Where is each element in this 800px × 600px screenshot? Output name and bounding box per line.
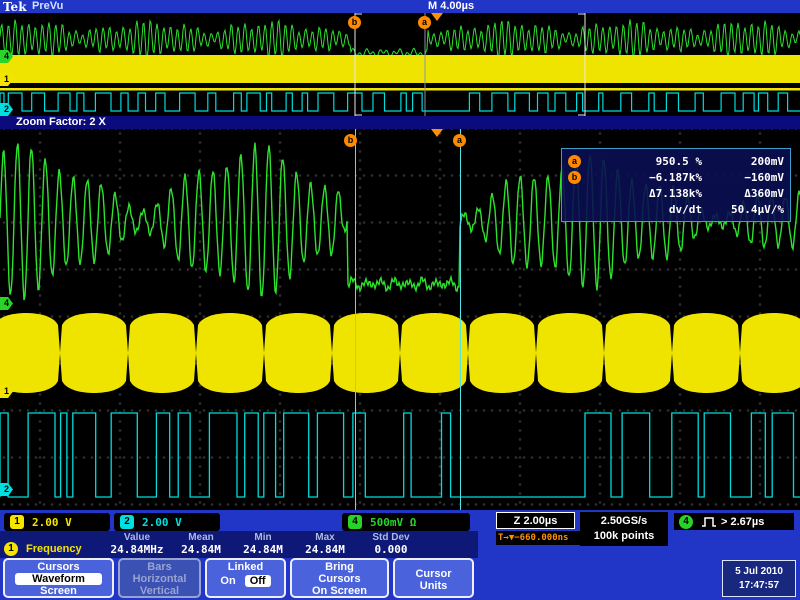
- delta-percent: Δ7.138k%: [585, 187, 702, 200]
- channel-2-scale: 2.00 V: [142, 516, 182, 529]
- measurement-values: 24.84MHz 24.84M 24.84M 24.84M 0.000: [104, 543, 426, 556]
- cursor-a-voltage: 200mV: [702, 155, 784, 168]
- linked-toggle-button[interactable]: Linked On Off: [205, 558, 286, 598]
- time-text: 17:47:57: [723, 579, 795, 593]
- zoom-factor-bar: Zoom Factor: 2 X: [0, 116, 800, 129]
- measurement-header-value: Value: [104, 532, 170, 543]
- cursor-a-line[interactable]: [460, 129, 461, 510]
- measurement-source-badge: 1: [4, 542, 18, 556]
- dvdt-readout-row: dv/dt 50.4µV/%: [568, 201, 784, 217]
- cursors-mode-button[interactable]: Cursors Waveform Screen: [3, 558, 114, 598]
- trigger-position-icon[interactable]: [431, 129, 443, 137]
- cursor-a-percent: 950.5 %: [585, 155, 702, 168]
- bring-cursors-button[interactable]: Bring Cursors On Screen: [290, 558, 389, 598]
- soft-key-menu: Cursors Waveform Screen Bars Horizontal …: [0, 558, 800, 600]
- cursor-a-readout-row: a 950.5 % 200mV: [568, 153, 784, 169]
- trigger-condition: > 2.67µs: [721, 516, 764, 528]
- zoom-factor-label: Zoom Factor: 2 X: [16, 116, 106, 128]
- zoom-timebase-readout: Z 2.00µs: [496, 512, 575, 529]
- measurement-min: 24.84M: [232, 543, 294, 556]
- marker-a-badge[interactable]: a: [418, 16, 431, 29]
- linked-on-option[interactable]: On: [220, 575, 235, 587]
- linked-off-option[interactable]: Off: [245, 575, 271, 587]
- measurement-label: 1 Frequency: [4, 542, 82, 556]
- marker-b-badge: b: [568, 171, 581, 184]
- tek-logo: Tek: [3, 0, 27, 14]
- measurement-header-stddev: Std Dev: [356, 532, 426, 543]
- date-text: 5 Jul 2010: [723, 565, 795, 579]
- overview-waveforms-svg: [0, 13, 800, 116]
- marker-b-badge[interactable]: b: [344, 134, 357, 147]
- cursor-b-line[interactable]: [355, 129, 356, 510]
- marker-a-badge[interactable]: a: [453, 134, 466, 147]
- cursor-b-percent: −6.187k%: [585, 171, 702, 184]
- measurement-max: 24.84M: [294, 543, 356, 556]
- trigger-readout: 4 > 2.67µs: [674, 513, 794, 530]
- top-status-bar: Tek PreVu M 4.00µs: [0, 0, 800, 13]
- channel-4-scale-readout: 4 500mV Ω: [342, 513, 470, 531]
- cursor-b-voltage: −160mV: [702, 171, 784, 184]
- measurement-value: 24.84MHz: [104, 543, 170, 556]
- record-length: 100k points: [580, 529, 668, 544]
- zoom-waveform-display: b a a 950.5 % 200mV b −6.187k% −160mV Δ7…: [0, 129, 800, 510]
- measurement-headers: Value Mean Min Max Std Dev: [104, 532, 426, 543]
- measurement-mean: 24.84M: [170, 543, 232, 556]
- cursor-delta-readout-row: Δ7.138k% Δ360mV: [568, 185, 784, 201]
- waveform-overview: 4 1 2 b a: [0, 13, 800, 116]
- trigger-delay-value: −660.000ns: [514, 531, 568, 545]
- status-area: 1 2.00 V 2 2.00 V 4 500mV Ω Z 2.00µs T→▼…: [0, 510, 800, 600]
- measurement-name: Frequency: [26, 543, 82, 555]
- trigger-source-badge: 4: [679, 515, 693, 529]
- marker-b-badge[interactable]: b: [348, 16, 361, 29]
- cursor-units-button[interactable]: Cursor Units: [393, 558, 474, 598]
- measurement-header-mean: Mean: [170, 532, 232, 543]
- channel-2-badge: 2: [120, 515, 134, 529]
- cursor-readout-box: a 950.5 % 200mV b −6.187k% −160mV Δ7.138…: [561, 148, 791, 222]
- dvdt-label: dv/dt: [585, 203, 702, 216]
- cursor-b-readout-row: b −6.187k% −160mV: [568, 169, 784, 185]
- channel-4-badge: 4: [348, 515, 362, 529]
- dvdt-value: 50.4µV/%: [702, 203, 784, 216]
- channel-1-scale: 2.00 V: [32, 516, 72, 529]
- oscilloscope-screen: Tek PreVu M 4.00µs 4 1 2 b a Zoom Factor…: [0, 0, 800, 600]
- channel-1-scale-readout: 1 2.00 V: [4, 513, 110, 531]
- marker-a-badge: a: [568, 155, 581, 168]
- channel-4-scale: 500mV Ω: [370, 516, 416, 529]
- sample-rate: 2.50GS/s: [580, 514, 668, 529]
- measurement-header-max: Max: [294, 532, 356, 543]
- sample-rate-readout: 2.50GS/s 100k points: [580, 512, 668, 546]
- main-timebase-readout: M 4.00µs: [428, 0, 474, 12]
- bars-orientation-button[interactable]: Bars Horizontal Vertical: [118, 558, 201, 598]
- trigger-delay-icon: T→▼: [498, 531, 514, 545]
- acquisition-status: PreVu: [32, 0, 63, 12]
- channel-1-badge: 1: [10, 515, 24, 529]
- pulse-trigger-icon: [701, 516, 717, 528]
- measurement-stddev: 0.000: [356, 543, 426, 556]
- cursors-mode-selected: Waveform: [15, 573, 102, 585]
- datetime-display: 5 Jul 2010 17:47:57: [722, 560, 796, 597]
- measurement-header-min: Min: [232, 532, 294, 543]
- trigger-delay-readout: T→▼ −660.000ns: [496, 531, 582, 545]
- channel-2-scale-readout: 2 2.00 V: [114, 513, 220, 531]
- delta-voltage: Δ360mV: [702, 187, 784, 200]
